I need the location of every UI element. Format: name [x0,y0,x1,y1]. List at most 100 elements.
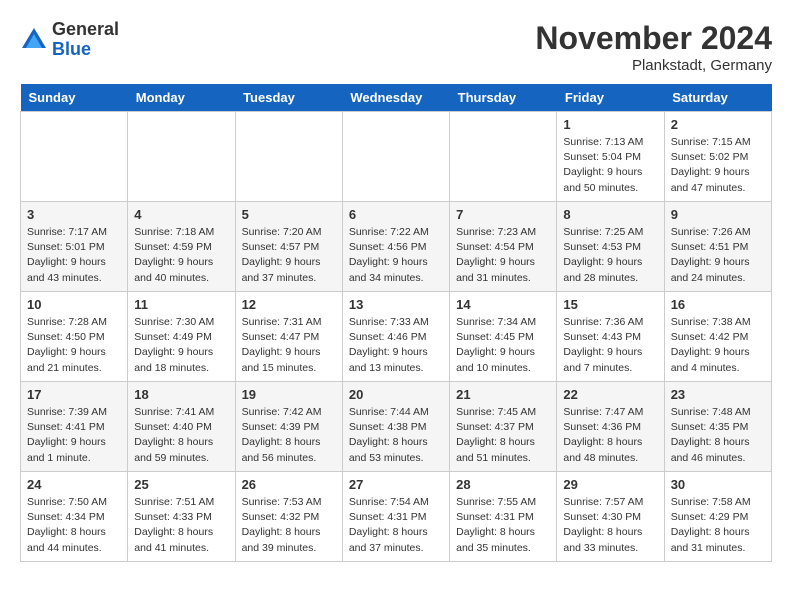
calendar-cell: 6 Sunrise: 7:22 AM Sunset: 4:56 PM Daylig… [342,202,449,292]
day-number: 30 [671,477,765,492]
weekday-header-wednesday: Wednesday [342,84,449,112]
day-number: 24 [27,477,121,492]
day-number: 3 [27,207,121,222]
day-number: 5 [242,207,336,222]
day-number: 19 [242,387,336,402]
calendar-table: SundayMondayTuesdayWednesdayThursdayFrid… [20,84,772,562]
logo-general-text: General [52,20,119,40]
day-info: Sunrise: 7:41 AM Sunset: 4:40 PM Dayligh… [134,405,228,466]
day-info: Sunrise: 7:45 AM Sunset: 4:37 PM Dayligh… [456,405,550,466]
day-info: Sunrise: 7:54 AM Sunset: 4:31 PM Dayligh… [349,495,443,556]
calendar-week-2: 3 Sunrise: 7:17 AM Sunset: 5:01 PM Daylig… [21,202,772,292]
day-info: Sunrise: 7:26 AM Sunset: 4:51 PM Dayligh… [671,225,765,286]
calendar-week-1: 1Sunrise: 7:13 AM Sunset: 5:04 PM Daylig… [21,112,772,202]
day-number: 29 [563,477,657,492]
day-number: 14 [456,297,550,312]
day-number: 13 [349,297,443,312]
logo-blue-text: Blue [52,40,119,60]
weekday-header-tuesday: Tuesday [235,84,342,112]
month-title: November 2024 [535,20,772,57]
day-info: Sunrise: 7:25 AM Sunset: 4:53 PM Dayligh… [563,225,657,286]
calendar-cell: 15 Sunrise: 7:36 AM Sunset: 4:43 PM Dayli… [557,292,664,382]
day-number: 4 [134,207,228,222]
weekday-header-sunday: Sunday [21,84,128,112]
day-info: Sunrise: 7:42 AM Sunset: 4:39 PM Dayligh… [242,405,336,466]
day-info: Sunrise: 7:23 AM Sunset: 4:54 PM Dayligh… [456,225,550,286]
calendar-week-3: 10Sunrise: 7:28 AM Sunset: 4:50 PM Dayli… [21,292,772,382]
calendar-cell: 3 Sunrise: 7:17 AM Sunset: 5:01 PM Daylig… [21,202,128,292]
day-info: Sunrise: 7:38 AM Sunset: 4:42 PM Dayligh… [671,315,765,376]
day-number: 17 [27,387,121,402]
calendar-cell: 26 Sunrise: 7:53 AM Sunset: 4:32 PM Dayli… [235,472,342,562]
day-number: 23 [671,387,765,402]
day-number: 25 [134,477,228,492]
day-info: Sunrise: 7:20 AM Sunset: 4:57 PM Dayligh… [242,225,336,286]
day-number: 22 [563,387,657,402]
day-number: 18 [134,387,228,402]
calendar-cell: 29 Sunrise: 7:57 AM Sunset: 4:30 PM Dayli… [557,472,664,562]
day-info: Sunrise: 7:30 AM Sunset: 4:49 PM Dayligh… [134,315,228,376]
calendar-cell: 24 Sunrise: 7:50 AM Sunset: 4:34 PM Dayli… [21,472,128,562]
day-number: 16 [671,297,765,312]
calendar-cell: 4 Sunrise: 7:18 AM Sunset: 4:59 PM Daylig… [128,202,235,292]
calendar-cell [342,112,449,202]
day-info: Sunrise: 7:17 AM Sunset: 5:01 PM Dayligh… [27,225,121,286]
day-info: Sunrise: 7:50 AM Sunset: 4:34 PM Dayligh… [27,495,121,556]
calendar-cell: 1Sunrise: 7:13 AM Sunset: 5:04 PM Daylig… [557,112,664,202]
day-number: 26 [242,477,336,492]
day-number: 1 [563,117,657,132]
day-number: 2 [671,117,765,132]
day-info: Sunrise: 7:57 AM Sunset: 4:30 PM Dayligh… [563,495,657,556]
day-number: 11 [134,297,228,312]
day-number: 6 [349,207,443,222]
logo-icon [20,26,48,54]
title-section: November 2024 Plankstadt, Germany [535,20,772,74]
calendar-cell: 30 Sunrise: 7:58 AM Sunset: 4:29 PM Dayli… [664,472,771,562]
calendar-cell: 2 Sunrise: 7:15 AM Sunset: 5:02 PM Daylig… [664,112,771,202]
calendar-cell [450,112,557,202]
day-info: Sunrise: 7:15 AM Sunset: 5:02 PM Dayligh… [671,135,765,196]
day-number: 8 [563,207,657,222]
weekday-header-saturday: Saturday [664,84,771,112]
day-info: Sunrise: 7:53 AM Sunset: 4:32 PM Dayligh… [242,495,336,556]
day-number: 28 [456,477,550,492]
day-info: Sunrise: 7:33 AM Sunset: 4:46 PM Dayligh… [349,315,443,376]
weekday-header-monday: Monday [128,84,235,112]
weekday-header-friday: Friday [557,84,664,112]
day-info: Sunrise: 7:58 AM Sunset: 4:29 PM Dayligh… [671,495,765,556]
calendar-cell: 22Sunrise: 7:47 AM Sunset: 4:36 PM Dayli… [557,382,664,472]
location: Plankstadt, Germany [535,57,772,74]
calendar-cell: 18 Sunrise: 7:41 AM Sunset: 4:40 PM Dayli… [128,382,235,472]
day-number: 12 [242,297,336,312]
calendar-cell: 16 Sunrise: 7:38 AM Sunset: 4:42 PM Dayli… [664,292,771,382]
day-number: 10 [27,297,121,312]
day-info: Sunrise: 7:48 AM Sunset: 4:35 PM Dayligh… [671,405,765,466]
calendar-cell: 17 Sunrise: 7:39 AM Sunset: 4:41 PM Dayli… [21,382,128,472]
calendar-cell: 10Sunrise: 7:28 AM Sunset: 4:50 PM Dayli… [21,292,128,382]
calendar-cell: 20Sunrise: 7:44 AM Sunset: 4:38 PM Dayli… [342,382,449,472]
logo: General Blue [20,20,119,60]
calendar-cell [21,112,128,202]
day-info: Sunrise: 7:51 AM Sunset: 4:33 PM Dayligh… [134,495,228,556]
day-info: Sunrise: 7:39 AM Sunset: 4:41 PM Dayligh… [27,405,121,466]
day-info: Sunrise: 7:18 AM Sunset: 4:59 PM Dayligh… [134,225,228,286]
day-info: Sunrise: 7:55 AM Sunset: 4:31 PM Dayligh… [456,495,550,556]
calendar-cell: 28 Sunrise: 7:55 AM Sunset: 4:31 PM Dayli… [450,472,557,562]
day-info: Sunrise: 7:31 AM Sunset: 4:47 PM Dayligh… [242,315,336,376]
calendar-cell: 13 Sunrise: 7:33 AM Sunset: 4:46 PM Dayli… [342,292,449,382]
calendar-cell: 8 Sunrise: 7:25 AM Sunset: 4:53 PM Daylig… [557,202,664,292]
calendar-header-row: SundayMondayTuesdayWednesdayThursdayFrid… [21,84,772,112]
day-number: 20 [349,387,443,402]
day-number: 15 [563,297,657,312]
day-info: Sunrise: 7:36 AM Sunset: 4:43 PM Dayligh… [563,315,657,376]
day-number: 7 [456,207,550,222]
weekday-header-thursday: Thursday [450,84,557,112]
calendar-cell: 21Sunrise: 7:45 AM Sunset: 4:37 PM Dayli… [450,382,557,472]
day-number: 9 [671,207,765,222]
calendar-cell: 9 Sunrise: 7:26 AM Sunset: 4:51 PM Daylig… [664,202,771,292]
calendar-cell: 19 Sunrise: 7:42 AM Sunset: 4:39 PM Dayli… [235,382,342,472]
calendar-cell: 23 Sunrise: 7:48 AM Sunset: 4:35 PM Dayli… [664,382,771,472]
calendar-cell: 12 Sunrise: 7:31 AM Sunset: 4:47 PM Dayli… [235,292,342,382]
calendar-week-5: 24 Sunrise: 7:50 AM Sunset: 4:34 PM Dayli… [21,472,772,562]
day-info: Sunrise: 7:22 AM Sunset: 4:56 PM Dayligh… [349,225,443,286]
